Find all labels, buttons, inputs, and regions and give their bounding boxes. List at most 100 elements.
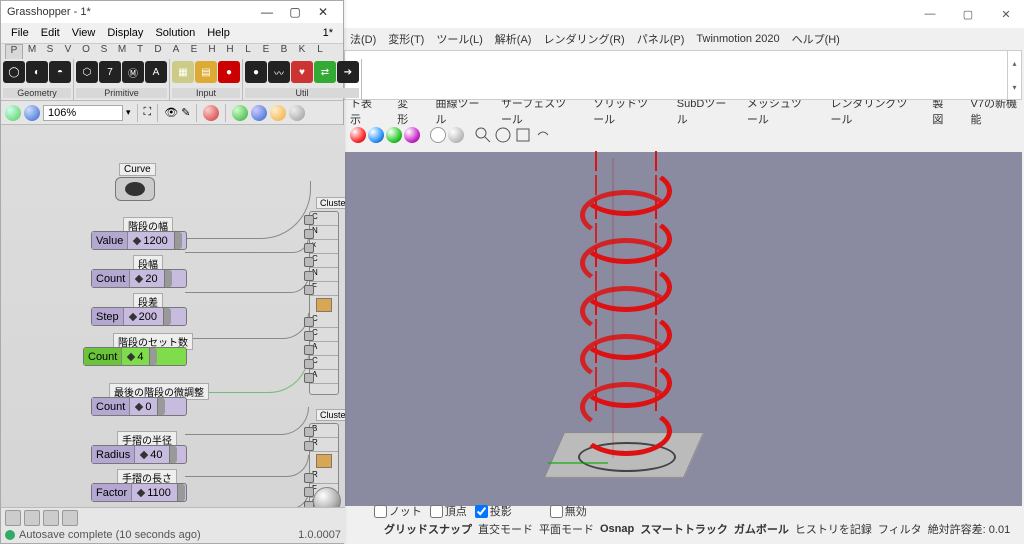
port[interactable]: C <box>310 328 338 342</box>
param-icon[interactable]: ⇄ <box>314 61 336 83</box>
menu-solution[interactable]: Solution <box>149 27 201 39</box>
param-icon[interactable]: A <box>145 61 167 83</box>
preview-blue-icon[interactable] <box>251 105 267 121</box>
tab[interactable]: D <box>149 44 167 59</box>
minimize-icon[interactable]: — <box>253 2 281 22</box>
node-value[interactable]: 4 <box>137 351 143 363</box>
status-smart[interactable]: スマートトラック <box>640 521 728 537</box>
tab[interactable]: L <box>239 44 257 59</box>
port[interactable]: F <box>310 282 338 296</box>
port[interactable]: N <box>310 268 338 282</box>
port[interactable]: A <box>310 342 338 356</box>
port[interactable]: C <box>310 254 338 268</box>
port[interactable]: B <box>310 424 338 438</box>
minimize-icon[interactable]: — <box>920 4 940 24</box>
port[interactable]: C <box>310 212 338 226</box>
param-icon[interactable]: ▤ <box>195 61 217 83</box>
node-slider-adjust[interactable]: Count0 <box>91 397 187 416</box>
status-tolerance[interactable]: 絶対許容差: 0.01 <box>928 521 1011 537</box>
menu-view[interactable]: View <box>66 27 102 39</box>
shade-icon[interactable] <box>203 105 219 121</box>
opt-disable[interactable]: 無効 <box>550 503 587 519</box>
maximize-icon[interactable]: ▢ <box>281 2 309 22</box>
tab-p[interactable]: P <box>5 44 23 59</box>
tab[interactable]: H <box>203 44 221 59</box>
param-icon[interactable]: ♥ <box>291 61 313 83</box>
close-icon[interactable]: ✕ <box>996 4 1016 24</box>
param-icon[interactable]: ● <box>245 61 267 83</box>
tab[interactable]: H <box>221 44 239 59</box>
grip-icon[interactable] <box>164 270 172 287</box>
node-slider-count[interactable]: Count20 <box>91 269 187 288</box>
status-gumball[interactable]: ガムボール <box>734 521 789 537</box>
zoom-extents-icon[interactable]: ⛶ <box>144 106 152 119</box>
status-filter[interactable]: フィルタ <box>878 521 922 537</box>
node-slider-width[interactable]: Value1200 <box>91 231 187 250</box>
opt-knot[interactable]: ノット <box>374 503 422 519</box>
tab[interactable]: M <box>23 44 41 59</box>
osnap-options[interactable]: ノット 頂点 投影 無効 <box>344 502 587 520</box>
gh-titlebar[interactable]: Grasshopper - 1* — ▢ ✕ <box>1 1 343 23</box>
tab[interactable]: V <box>59 44 77 59</box>
param-icon[interactable]: ➔ <box>337 61 359 83</box>
node-slider-sets[interactable]: Count4 <box>83 347 187 366</box>
tab[interactable]: L <box>311 44 329 59</box>
menu-item[interactable]: ツール(L) <box>430 31 488 47</box>
tool-icon[interactable] <box>5 510 21 526</box>
scroll-down-icon[interactable]: ▾ <box>1008 75 1021 99</box>
port[interactable]: R <box>310 470 338 484</box>
param-icon[interactable]: 7 <box>99 61 121 83</box>
port[interactable]: N <box>310 226 338 240</box>
node-slider-radius[interactable]: Radius40 <box>91 445 187 464</box>
sketch-icon[interactable]: ✎ <box>181 106 190 119</box>
node-slider-factor[interactable]: Factor1100 <box>91 483 187 502</box>
tab[interactable]: S <box>95 44 113 59</box>
checkbox[interactable] <box>550 505 563 518</box>
gh-category-tabs[interactable]: P M S V O S M T D A E H H L E B K L <box>1 43 343 59</box>
grip-icon[interactable] <box>163 308 171 325</box>
grip-icon[interactable] <box>157 398 165 415</box>
tab[interactable]: O <box>77 44 95 59</box>
tab[interactable]: M <box>113 44 131 59</box>
port[interactable]: C <box>310 356 338 370</box>
layer-magenta-icon[interactable] <box>404 127 420 143</box>
opt-vertex[interactable]: 頂点 <box>430 503 467 519</box>
preview-gray-icon[interactable] <box>289 105 305 121</box>
tool-white-icon[interactable] <box>430 127 446 143</box>
param-icon[interactable]: ⬡ <box>76 61 98 83</box>
magnify-icon[interactable] <box>474 126 492 144</box>
layer-red-icon[interactable] <box>350 127 366 143</box>
maximize-icon[interactable]: ▢ <box>958 4 978 24</box>
status-grid[interactable]: グリッドスナップ <box>384 521 472 537</box>
opt-project[interactable]: 投影 <box>475 503 512 519</box>
node-value[interactable]: 1100 <box>147 487 171 499</box>
menu-item[interactable]: レンダリング(R) <box>537 31 630 47</box>
zoom-input[interactable]: 106% <box>43 105 123 121</box>
doc-indicator[interactable]: 1* <box>317 27 339 39</box>
open-icon[interactable] <box>5 105 21 121</box>
gh-menubar[interactable]: File Edit View Display Solution Help 1* <box>1 23 343 43</box>
grip-icon[interactable] <box>174 232 182 249</box>
param-icon[interactable]: ● <box>218 61 240 83</box>
menu-item[interactable]: 解析(A) <box>489 31 538 47</box>
grip-icon[interactable] <box>177 484 185 501</box>
menu-item[interactable]: Twinmotion 2020 <box>690 33 785 45</box>
grip-icon[interactable] <box>169 446 177 463</box>
tab[interactable]: E <box>185 44 203 59</box>
menu-item[interactable]: 変形(T) <box>382 31 430 47</box>
checkbox[interactable] <box>430 505 443 518</box>
cluster-node-1[interactable]: C N x C N F C C A C A <box>309 211 339 395</box>
param-icon[interactable]: ◯ <box>3 61 25 83</box>
param-icon[interactable]: ◐ <box>26 61 48 83</box>
node-value[interactable]: 0 <box>145 401 151 413</box>
port[interactable]: x <box>310 240 338 254</box>
menu-file[interactable]: File <box>5 27 35 39</box>
param-icon[interactable]: 〰 <box>268 61 290 83</box>
node-value[interactable]: 20 <box>145 273 157 285</box>
tab[interactable]: T <box>131 44 149 59</box>
close-icon[interactable]: ✕ <box>309 2 337 22</box>
port[interactable]: C <box>310 314 338 328</box>
param-icon[interactable]: Ⓜ <box>122 61 144 83</box>
scroll-up-icon[interactable]: ▴ <box>1008 51 1021 75</box>
node-curve[interactable] <box>115 177 155 201</box>
